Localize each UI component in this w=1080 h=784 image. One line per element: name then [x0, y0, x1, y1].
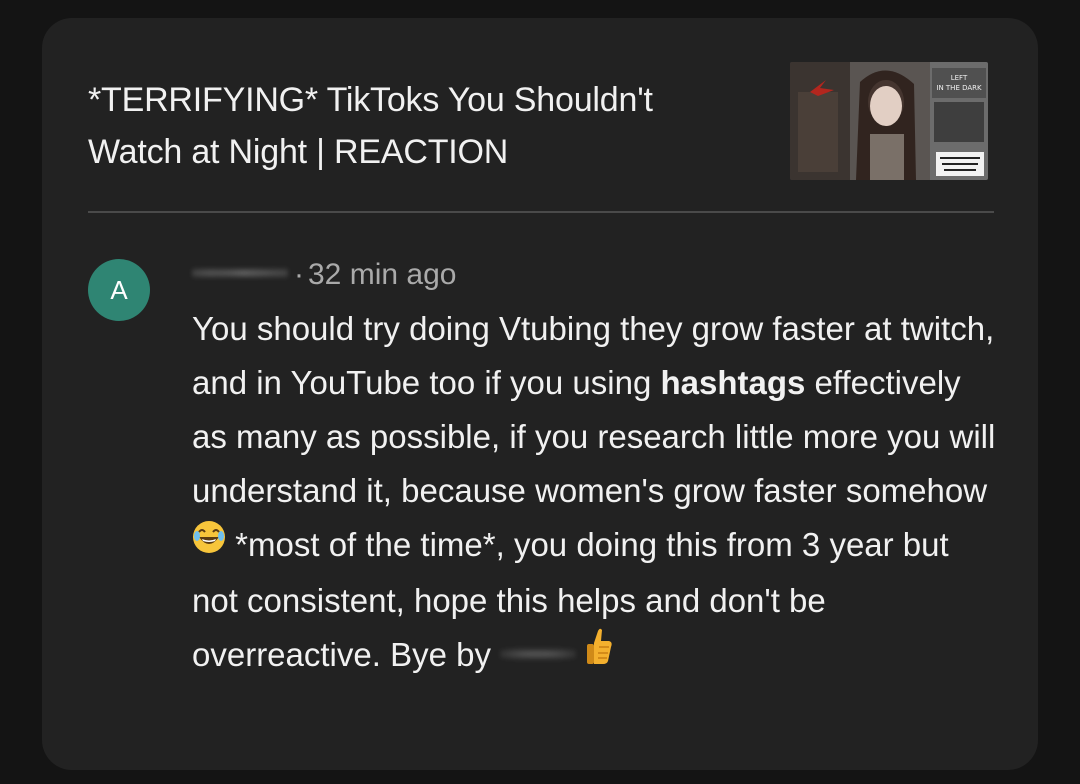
avatar-letter: A [110, 274, 128, 305]
author-name-blurred[interactable] [192, 262, 288, 285]
signature-blurred [500, 642, 577, 665]
laughing-emoji-icon [192, 516, 226, 570]
video-header[interactable]: *TERRIFYING* TikToks You Shouldn't Watch… [88, 62, 994, 197]
comment-meta: · 32 min ago [192, 248, 1002, 302]
video-title-line1: *TERRIFYING* TikToks You Shouldn't [88, 81, 653, 119]
comment-body: You should try doing Vtubing they grow f… [192, 302, 1002, 685]
comment-text-bold: hashtags [660, 364, 806, 401]
video-title[interactable]: *TERRIFYING* TikToks You Shouldn't Watch… [88, 74, 728, 178]
meta-separator: · [294, 258, 304, 291]
svg-text:LEFT: LEFT [951, 74, 968, 82]
comment: · 32 min ago You should try doing Vtubing… [192, 248, 1002, 685]
avatar[interactable]: A [88, 259, 150, 321]
comment-time: 32 min ago [308, 258, 457, 291]
svg-text:IN THE DARK: IN THE DARK [936, 84, 982, 92]
thumbnail-image: LEFT IN THE DARK [790, 62, 988, 180]
comment-card: *TERRIFYING* TikToks You Shouldn't Watch… [42, 18, 1038, 770]
divider [88, 211, 994, 213]
video-thumbnail[interactable]: LEFT IN THE DARK [790, 62, 988, 180]
video-title-line2: Watch at Night | REACTION [88, 133, 509, 171]
thumbs-up-emoji-icon [585, 627, 613, 681]
